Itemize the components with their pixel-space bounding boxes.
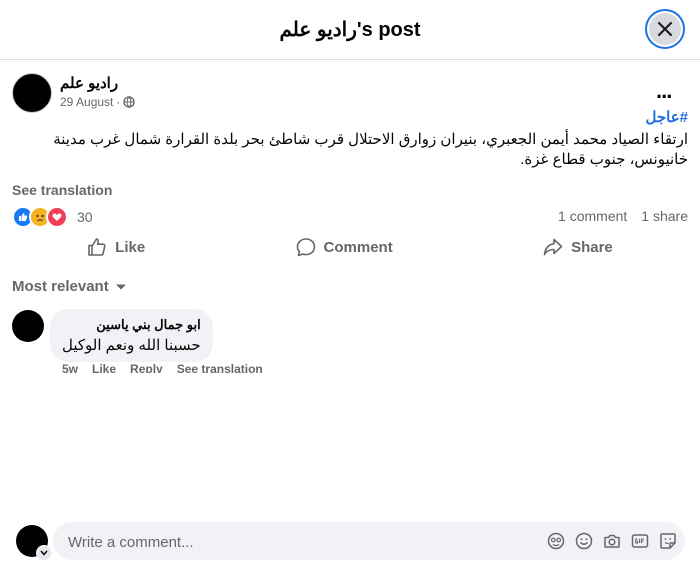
comment-composer	[53, 522, 685, 562]
camera-button[interactable]	[602, 531, 621, 550]
sticker-button[interactable]	[658, 531, 677, 550]
comment-sort-dropdown[interactable]: Most relevant	[12, 278, 127, 295]
like-label: Like	[115, 238, 146, 256]
post-meta: 29 August ·	[60, 95, 136, 109]
comment-author[interactable]: ابو جمال بني ياسين	[62, 317, 200, 333]
share-label: Share	[571, 238, 613, 256]
comment-bubble: ابو جمال بني ياسين حسبنا الله ونعم الوكي…	[50, 309, 213, 362]
comment-label: Comment	[323, 238, 393, 256]
post-author[interactable]: راديو علم	[60, 74, 118, 92]
close-button[interactable]	[645, 9, 685, 49]
reactions-summary[interactable]: 30	[12, 206, 93, 228]
comment-meta: 5w Like Reply See translation	[62, 362, 263, 373]
more-options-button[interactable]: ...	[656, 78, 672, 104]
gif-icon	[631, 533, 648, 548]
caret-down-icon	[115, 284, 126, 289]
emoji-icon	[575, 532, 592, 549]
sort-label: Most relevant	[12, 278, 109, 295]
dialog-title: راديو علم's post	[279, 19, 421, 41]
camera-icon	[603, 534, 620, 548]
dialog-header: راديو علم's post	[0, 0, 700, 60]
comment-time[interactable]: 5w	[62, 362, 78, 373]
comment-input[interactable]	[66, 522, 530, 562]
avatar-sticker-icon	[547, 532, 564, 549]
gif-button[interactable]	[630, 531, 649, 550]
share-icon	[543, 238, 563, 256]
share-button[interactable]: Share	[543, 237, 613, 257]
composer-icons	[546, 531, 677, 550]
meta-separator: ·	[116, 95, 121, 109]
love-reaction-icon	[46, 206, 68, 228]
comment-reply-link[interactable]: Reply	[130, 362, 163, 373]
comment-like-link[interactable]: Like	[92, 362, 116, 373]
sticker-icon	[659, 532, 676, 549]
commenter-avatar[interactable]	[12, 310, 44, 342]
thumb-up-icon	[88, 238, 106, 256]
avatar-switch-badge[interactable]	[36, 545, 52, 561]
chevron-down-icon	[40, 550, 48, 556]
avatar-sticker-button[interactable]	[546, 531, 565, 550]
comments-count[interactable]: 1 comment	[558, 208, 627, 224]
more-icon: ...	[656, 78, 672, 103]
comment-see-translation-link[interactable]: See translation	[177, 362, 263, 373]
comment-icon	[296, 238, 315, 257]
emoji-button[interactable]	[574, 531, 593, 550]
shares-count[interactable]: 1 share	[641, 208, 688, 224]
post-date[interactable]: 29 August	[60, 95, 113, 109]
comment-text: حسبنا الله ونعم الوكيل	[62, 337, 201, 354]
comment-button[interactable]: Comment	[296, 237, 393, 257]
page-avatar[interactable]	[12, 73, 52, 113]
reaction-count: 30	[77, 209, 93, 225]
globe-icon	[123, 96, 136, 108]
post-text: ارتقاء الصياد محمد أيمن الجعبري، بنيران …	[53, 131, 688, 168]
see-translation-link[interactable]: See translation	[12, 182, 112, 198]
post-hashtag[interactable]: #عاجل	[646, 108, 689, 126]
post-actions: Like Comment Share	[12, 228, 688, 266]
post-stats: 1 comment 1 share	[558, 208, 688, 224]
close-icon	[657, 21, 673, 37]
like-button[interactable]: Like	[87, 237, 145, 257]
